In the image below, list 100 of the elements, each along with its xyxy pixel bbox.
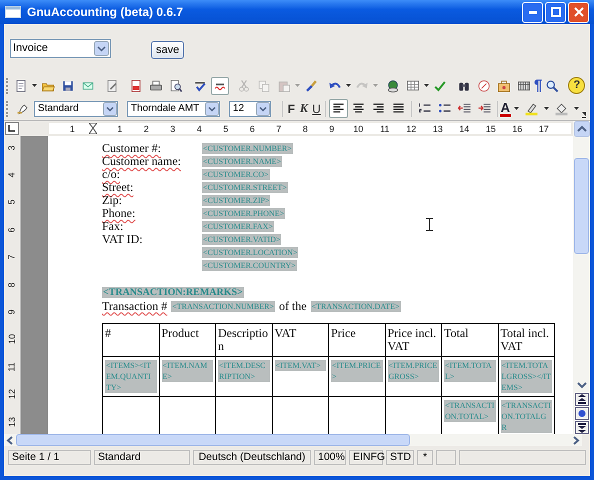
previous-page-icon[interactable] (574, 393, 588, 406)
font-size-combo[interactable]: 12 (228, 100, 271, 116)
underline-button[interactable]: U (310, 100, 322, 118)
placeholder-field[interactable]: <ITEM.PRICE> (331, 360, 382, 382)
column-header: Price (331, 326, 356, 340)
column-header: VAT (274, 326, 296, 340)
ruler-number: 7 (7, 254, 17, 260)
placeholder-field[interactable]: <ITEM.DESCRIPTION> (218, 360, 270, 382)
italic-button[interactable]: K (298, 100, 310, 118)
placeholder-field[interactable]: <CUSTOMER.FAX> (202, 221, 274, 232)
font-color-button[interactable]: A (500, 100, 510, 116)
formatting-marks-button[interactable]: ¶ (534, 77, 542, 94)
paragraph-style-combo[interactable]: Standard (34, 100, 118, 116)
align-left-icon[interactable] (328, 99, 348, 118)
document-type-dropdown[interactable]: Invoice (10, 38, 111, 58)
scroll-up-icon[interactable] (574, 121, 590, 137)
ruler-number: 10 (7, 334, 17, 344)
ruler-number: 10 (352, 124, 364, 134)
ruler-number: 13 (432, 124, 444, 134)
status-field: Deutsch (Deutschland) (193, 450, 311, 465)
field-label: Customer name: (102, 155, 182, 168)
placeholder-field[interactable]: <CUSTOMER.STREET> (202, 182, 288, 193)
scroll-thumb[interactable] (574, 158, 589, 254)
placeholder-field[interactable]: <CUSTOMER.VATID> (202, 234, 282, 245)
status-field: Seite 1 / 1 (8, 450, 91, 465)
placeholder-field[interactable]: <TRANSACTION.TOTAL> (444, 400, 496, 422)
help-button[interactable]: ? (568, 77, 586, 94)
ruler-number: 3 (169, 124, 176, 134)
maximize-button[interactable] (545, 2, 566, 22)
ruler-number: 6 (248, 124, 256, 134)
placeholder-field[interactable]: <ITEM.PRICEGROSS> (388, 360, 439, 382)
ruler-number: 14 (458, 124, 470, 134)
body-text: of the (278, 298, 307, 314)
ruler-number: 13 (7, 416, 17, 427)
ruler-number: 7 (275, 124, 282, 134)
vertical-scrollbar[interactable] (573, 121, 590, 434)
placeholder-field[interactable]: <ITEM.VAT> (274, 360, 326, 371)
ruler-number: 2 (142, 124, 150, 134)
placeholder-field[interactable]: <CUSTOMER.LOCATION> (202, 247, 298, 258)
overflow-chevron-icon[interactable] (582, 112, 586, 118)
placeholder-field[interactable]: <ITEM.TOTALGROSS></ITEMS> (500, 360, 552, 393)
caret-icon[interactable] (424, 84, 429, 87)
scroll-thumb[interactable] (16, 434, 410, 446)
column-header: Total (444, 326, 468, 340)
placeholder-field[interactable]: <ITEMS><ITEM.QUANTITY> (105, 360, 156, 393)
status-field: EINFG (349, 450, 383, 465)
field-label: VAT ID: (102, 233, 144, 246)
placeholder-field[interactable]: <CUSTOMER.COUNTRY> (202, 260, 297, 271)
ruler-number: 12 (405, 124, 418, 134)
horizontal-scrollbar[interactable] (4, 434, 582, 446)
field-label: Fax: (102, 220, 124, 233)
ruler-number: 16 (511, 124, 524, 134)
placeholder-field[interactable]: <TRANSACTION.NUMBER> (171, 300, 275, 312)
placeholder-field[interactable]: <TRANSACTION.DATE> (310, 300, 401, 312)
status-field: Standard (94, 450, 190, 465)
bold-button[interactable]: F (286, 100, 298, 118)
close-button[interactable] (568, 2, 589, 22)
placeholder-field[interactable]: <CUSTOMER.CO> (202, 169, 270, 180)
ruler-number: 4 (7, 172, 17, 178)
ruler-number: 11 (379, 124, 390, 134)
text-cursor-icon (426, 218, 433, 231)
column-header: # (105, 326, 111, 340)
window-icon (5, 6, 21, 18)
caret-icon[interactable] (544, 107, 548, 110)
save-button[interactable]: save (151, 40, 184, 58)
field-label: Zip: (102, 194, 123, 207)
placeholder-field[interactable]: <ITEM.TOTAL> (444, 360, 496, 382)
caret-icon[interactable] (346, 84, 351, 87)
ruler-number: 1 (68, 124, 76, 134)
next-page-icon[interactable] (574, 421, 588, 434)
indent-marker-icon[interactable] (88, 123, 96, 134)
column-header: Price incl. VAT (388, 326, 436, 353)
placeholder-field[interactable]: <CUSTOMER.NAME> (202, 156, 282, 167)
ruler-number: 8 (302, 124, 309, 134)
ruler-number: 4 (196, 124, 203, 134)
font-name-combo[interactable]: Thorndale AMT (126, 100, 220, 116)
field-label: Phone: (102, 207, 136, 220)
placeholder-field[interactable]: <CUSTOMER.PHONE> (202, 208, 286, 219)
maximize-icon (550, 7, 560, 17)
ruler-number: 9 (328, 124, 336, 134)
caret-icon[interactable] (32, 84, 37, 87)
field-label: Street: (102, 181, 134, 194)
caret-icon[interactable] (574, 107, 578, 110)
ruler-number: 9 (7, 310, 17, 315)
placeholder-field[interactable]: <ITEM.NAME> (162, 360, 213, 382)
placeholder-field[interactable]: <CUSTOMER.NUMBER> (202, 143, 293, 154)
status-field: * (417, 450, 433, 465)
caret-icon[interactable] (514, 107, 518, 110)
autospellcheck-icon[interactable] (211, 76, 229, 94)
minimize-button[interactable] (522, 2, 543, 22)
placeholder-field[interactable]: <TRANSACTION.TOTALGR (500, 400, 552, 433)
ruler-number: 5 (222, 124, 230, 134)
ruler-number: 1 (116, 124, 124, 134)
placeholder-field[interactable]: <CUSTOMER.ZIP> (202, 195, 270, 206)
column-header: Description (218, 326, 268, 353)
placeholder-field[interactable]: <TRANSACTION:REMARKS> (102, 287, 244, 298)
navigation-icon[interactable] (574, 407, 588, 420)
ruler-number: 6 (7, 227, 17, 232)
tab-stop-icon[interactable] (5, 122, 19, 135)
close-icon (574, 7, 584, 17)
